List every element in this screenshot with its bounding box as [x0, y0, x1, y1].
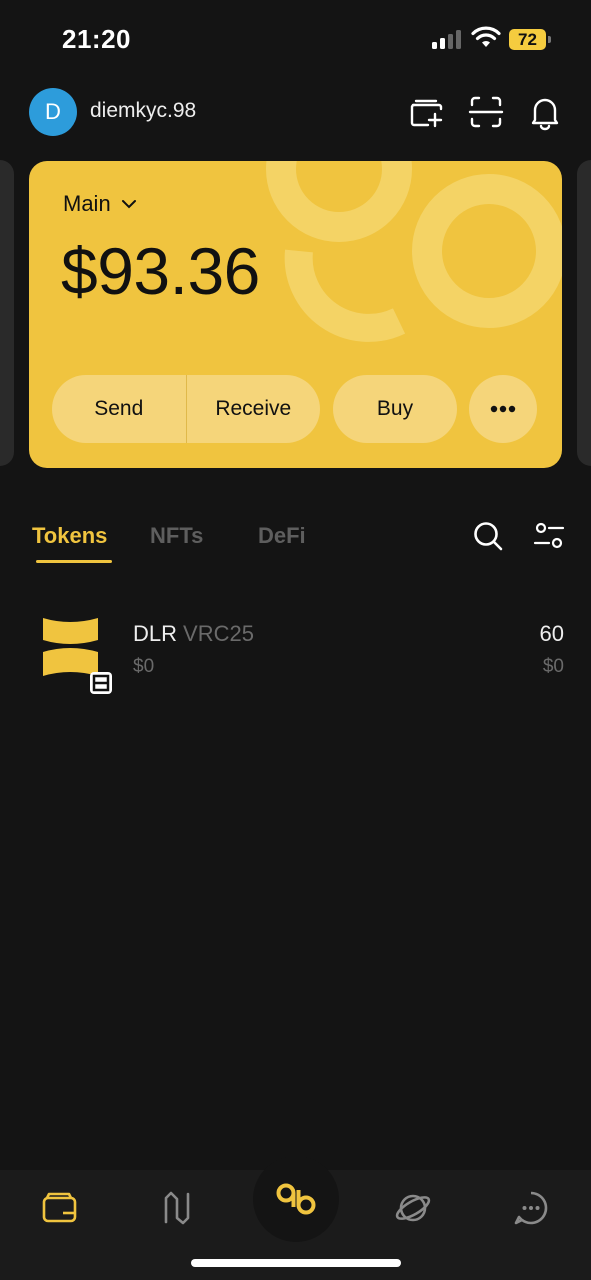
- token-amount: 60: [539, 621, 564, 646]
- home-logo-button[interactable]: [253, 1156, 339, 1242]
- tab-tokens[interactable]: Tokens: [32, 523, 107, 549]
- status-bar: 21:20 72: [0, 0, 591, 80]
- chevron-down-icon: [121, 200, 136, 209]
- buy-button[interactable]: Buy: [333, 375, 457, 443]
- token-standard: VRC25: [183, 621, 254, 646]
- token-symbol-text: DLR: [133, 621, 178, 646]
- total-balance: $93.36: [61, 234, 260, 308]
- receive-button[interactable]: Receive: [187, 375, 321, 443]
- token-value: $0: [542, 656, 564, 677]
- home-logo-icon: [276, 1183, 316, 1215]
- send-receive-group: Send Receive: [52, 375, 320, 443]
- signal-icon: [432, 30, 461, 49]
- wifi-icon: [471, 26, 501, 47]
- chat-icon[interactable]: [511, 1188, 551, 1228]
- more-button[interactable]: [469, 375, 537, 443]
- home-indicator: [191, 1259, 401, 1267]
- send-button[interactable]: Send: [52, 375, 186, 443]
- dlr-token-icon: [43, 618, 112, 694]
- tab-nfts[interactable]: NFTs: [150, 523, 203, 549]
- scan-icon[interactable]: [467, 93, 505, 131]
- filter-icon[interactable]: [533, 520, 565, 552]
- battery-icon: 72: [509, 29, 551, 50]
- wallet-selector[interactable]: Main: [63, 191, 137, 217]
- wallet-card: Main $93.36 Send Receive Buy: [29, 161, 562, 468]
- bell-icon[interactable]: [526, 93, 564, 131]
- more-dots-icon: [490, 405, 516, 413]
- tab-defi[interactable]: DeFi: [258, 523, 306, 549]
- account-name[interactable]: diemkyc.98: [90, 99, 196, 123]
- status-time: 21:20: [62, 24, 131, 54]
- next-card-peek[interactable]: [577, 160, 591, 466]
- token-row[interactable]: DLR VRC25 $0 60 $0: [0, 606, 591, 694]
- swap-icon[interactable]: [157, 1188, 197, 1228]
- tab-active-indicator: [36, 560, 112, 563]
- avatar[interactable]: D: [29, 88, 77, 136]
- wallet-name: Main: [63, 191, 111, 216]
- token-symbol: DLR VRC25: [133, 621, 254, 647]
- explore-icon[interactable]: [393, 1188, 433, 1228]
- battery-level: 72: [509, 29, 546, 50]
- token-price: $0: [133, 656, 155, 677]
- add-wallet-icon[interactable]: [408, 93, 446, 131]
- previous-card-peek[interactable]: [0, 160, 14, 466]
- wallet-icon[interactable]: [39, 1188, 79, 1228]
- search-icon[interactable]: [472, 520, 504, 552]
